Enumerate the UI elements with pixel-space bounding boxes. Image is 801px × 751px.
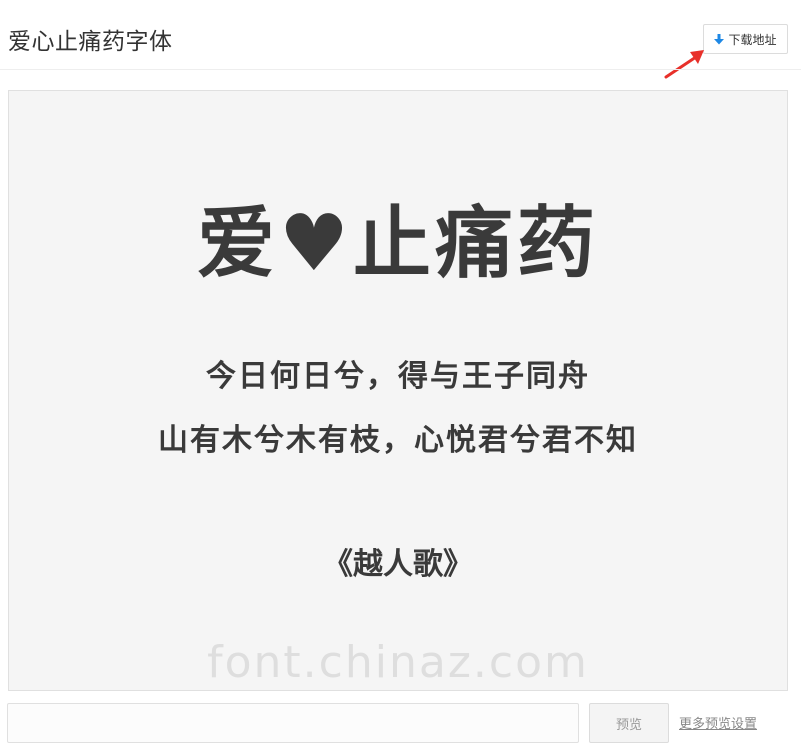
preview-button[interactable]: 预览 — [589, 703, 669, 743]
download-arrow-icon — [714, 33, 725, 45]
watermark: font.chinaz.com — [207, 637, 589, 688]
font-preview-panel: 爱♥止痛药 今日何日兮，得与王子同舟 山有木兮木有枝，心悦君兮君不知 《越人歌》… — [8, 90, 788, 691]
preview-title: 爱♥止痛药 — [9, 181, 787, 293]
preview-title-part1: 爱 — [197, 199, 280, 289]
annotation-arrow-icon — [664, 50, 704, 79]
preview-title-part2: 止痛药 — [352, 199, 599, 289]
poem-line-1: 今日何日兮，得与王子同舟 — [206, 359, 590, 394]
poem-line-2: 山有木兮木有枝，心悦君兮君不知 — [158, 423, 638, 458]
heart-icon: ♥ — [279, 199, 353, 289]
header-divider — [0, 69, 801, 70]
preview-text-input[interactable] — [7, 703, 579, 743]
poem-source: 《越人歌》 — [323, 547, 473, 582]
download-button-label: 下载地址 — [728, 32, 777, 47]
download-button[interactable]: 下载地址 — [703, 24, 788, 54]
page-title: 爱心止痛药字体 — [8, 29, 173, 55]
more-preview-settings-link[interactable]: 更多预览设置 — [679, 713, 757, 732]
